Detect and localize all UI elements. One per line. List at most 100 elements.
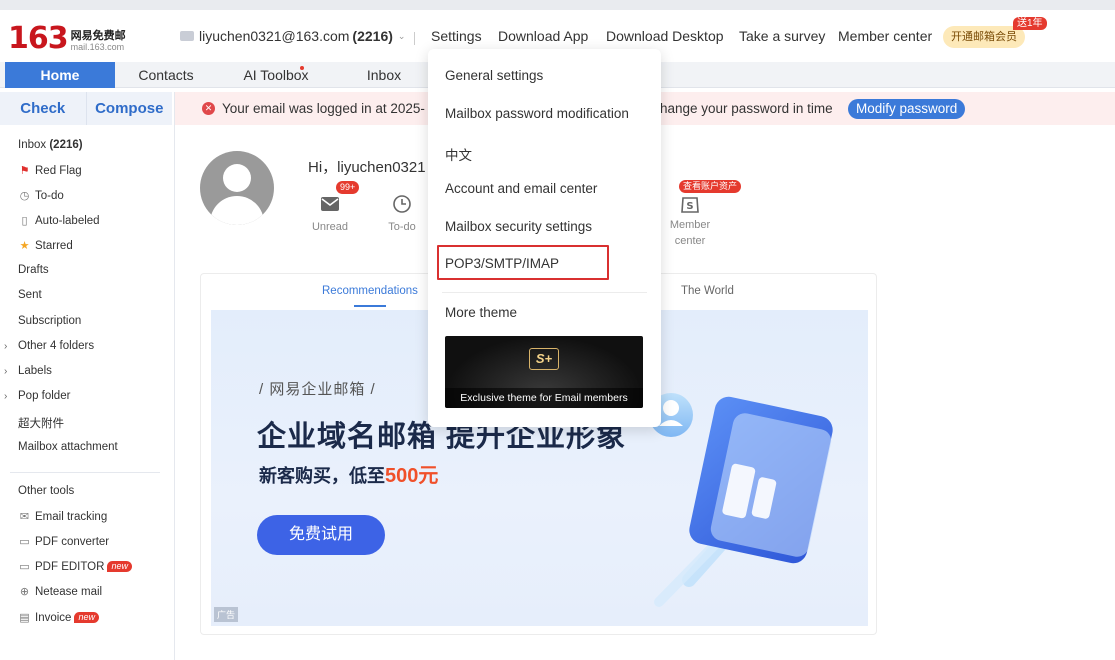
sidebar-divider — [174, 92, 175, 660]
menu-general-settings[interactable]: General settings — [445, 68, 543, 83]
sidebar-separator — [10, 472, 160, 473]
account-count: (2216) — [352, 28, 393, 44]
clock-icon — [393, 195, 411, 213]
banner-price: 新客购买，低至500元 — [259, 459, 438, 488]
tool-label: Invoice — [35, 611, 72, 624]
nav-download-desktop[interactable]: Download Desktop — [606, 28, 724, 44]
compose-button[interactable]: Compose — [87, 92, 173, 125]
greeting-text: Hi，liyuchen0321 — [308, 159, 426, 176]
sidebar-item-pop-folder[interactable]: Pop folder — [18, 390, 70, 402]
bookmark-icon: ▯ — [21, 215, 28, 227]
logo-text: 网易免费邮 mail.163.com — [71, 31, 126, 53]
highlight-box — [437, 245, 609, 280]
sidebar-item-label: Labels — [18, 365, 52, 377]
sidebar-item-large-attachments[interactable]: 超大附件 — [18, 415, 64, 431]
menu-more-theme[interactable]: More theme — [445, 305, 517, 320]
menu-divider — [442, 292, 647, 293]
tool-label: Netease mail — [35, 585, 103, 598]
tab-contacts[interactable]: Contacts — [125, 62, 207, 88]
tab-inbox[interactable]: Inbox — [345, 62, 423, 88]
account-switcher[interactable]: liyuchen0321@163.com (2216) ⌄ — [180, 28, 405, 44]
star-icon: ★ — [19, 240, 30, 252]
chevron-right-icon[interactable]: › — [4, 391, 7, 402]
ad-label: 广告 — [214, 607, 239, 622]
sidebar-item-mailbox-attachment[interactable]: Mailbox attachment — [18, 441, 118, 453]
theme-caption: Exclusive theme for Email members — [445, 388, 643, 408]
sidebar-item-to-do[interactable]: ◷ To-do — [18, 189, 64, 203]
tab-the-world[interactable]: The World — [681, 285, 734, 297]
tool-pdf-converter[interactable]: ▭ PDF converter — [18, 535, 110, 549]
invoice-icon: ▤ — [19, 612, 30, 624]
price-value: 500元 — [385, 465, 439, 487]
logo-name: 网易免费邮 — [70, 30, 126, 42]
stat-unread[interactable]: Unread — [310, 193, 350, 233]
stat-label: To-do — [388, 221, 416, 233]
sidebar-item-label: Mailbox attachment — [18, 441, 118, 453]
header-divider — [414, 32, 415, 45]
sidebar-item-labels[interactable]: Labels — [18, 365, 52, 377]
tool-invoice[interactable]: ▤ Invoice new — [18, 611, 99, 624]
tab-home[interactable]: Home — [5, 62, 115, 88]
stat-to-do[interactable]: To-do — [383, 193, 421, 233]
account-icon — [180, 31, 194, 41]
sidebar-actions: Check Compose — [0, 92, 172, 125]
logo[interactable]: 163 网易免费邮 mail.163.com — [8, 24, 126, 54]
alert-text-continued: hange your password in time — [660, 101, 833, 116]
sidebar-item-subscription[interactable]: Subscription — [18, 315, 81, 327]
sidebar-item-other-folders[interactable]: Other 4 folders — [18, 340, 94, 352]
pdf-icon: ▭ — [19, 536, 30, 548]
theme-preview[interactable]: S+ Exclusive theme for Email members — [445, 336, 643, 408]
sidebar-item-label: Sent — [18, 289, 42, 301]
avatar[interactable] — [200, 151, 274, 225]
menu-language-chinese[interactable]: 中文 — [445, 144, 472, 164]
new-badge: new — [107, 561, 132, 572]
tab-recommendations[interactable]: Recommendations — [322, 285, 418, 297]
sidebar-item-starred[interactable]: ★ Starred — [18, 239, 73, 253]
pdf-icon: ▭ — [19, 561, 30, 573]
chevron-right-icon[interactable]: › — [4, 341, 7, 352]
check-button[interactable]: Check — [0, 92, 87, 125]
building-illustration-icon — [649, 393, 833, 607]
tab-ai-toolbox[interactable]: AI Toolbox — [226, 62, 326, 88]
sidebar-item-auto-labeled[interactable]: ▯ Auto-labeled — [18, 214, 100, 228]
unread-count-badge: 99+ — [336, 181, 360, 194]
sidebar-item-label: Auto-labeled — [35, 214, 100, 227]
chevron-right-icon[interactable]: › — [4, 366, 7, 377]
settings-dropdown-menu: General settings Mailbox password modifi… — [428, 49, 661, 427]
sidebar-item-label: Starred — [35, 239, 73, 252]
sidebar-item-drafts[interactable]: Drafts — [18, 264, 49, 276]
sidebar-item-sent[interactable]: Sent — [18, 289, 42, 301]
mail-icon: ✉ — [19, 511, 30, 523]
clock-icon: ◷ — [19, 190, 30, 202]
free-trial-button[interactable]: 免费试用 — [257, 515, 385, 555]
nav-take-survey[interactable]: Take a survey — [739, 28, 825, 44]
stat-member-center[interactable]: S Member center — [662, 193, 718, 249]
stat-label: Unread — [311, 221, 349, 233]
theme-logo: S+ — [529, 348, 559, 370]
sidebar-item-label: Red Flag — [35, 164, 82, 177]
tool-pdf-editor[interactable]: ▭ PDF EDITOR new — [18, 560, 132, 573]
new-badge: new — [74, 612, 99, 623]
sidebar-item-red-flag[interactable]: ⚑ Red Flag — [18, 164, 82, 178]
nav-settings[interactable]: Settings — [431, 28, 482, 44]
inbox-count: (2216) — [49, 139, 83, 151]
nav-download-app[interactable]: Download App — [498, 28, 588, 44]
member-icon: S — [681, 197, 699, 213]
tool-netease-mail[interactable]: ⊕ Netease mail — [18, 585, 103, 599]
sidebar-item-label: Subscription — [18, 315, 82, 327]
tool-email-tracking[interactable]: ✉ Email tracking — [18, 510, 107, 524]
menu-password-modification[interactable]: Mailbox password modification — [445, 106, 629, 121]
sidebar-item-inbox[interactable]: Inbox (2216) — [18, 139, 83, 151]
top-strip — [0, 0, 1115, 10]
sidebar-item-label: To-do — [35, 189, 64, 202]
menu-security-settings[interactable]: Mailbox security settings — [445, 219, 592, 234]
sidebar-item-label: Inbox — [18, 139, 47, 151]
menu-account-email-center[interactable]: Account and email center — [445, 181, 597, 196]
active-tab-indicator — [354, 305, 386, 307]
nav-member-center[interactable]: Member center — [838, 28, 932, 44]
account-assets-badge[interactable]: 查看账户资产 — [679, 180, 742, 193]
sidebar-item-label: 超大附件 — [18, 418, 64, 430]
vip-promo-badge: 送1年 — [1013, 17, 1047, 30]
tool-label: PDF converter — [35, 535, 110, 548]
modify-password-button[interactable]: Modify password — [848, 99, 966, 119]
